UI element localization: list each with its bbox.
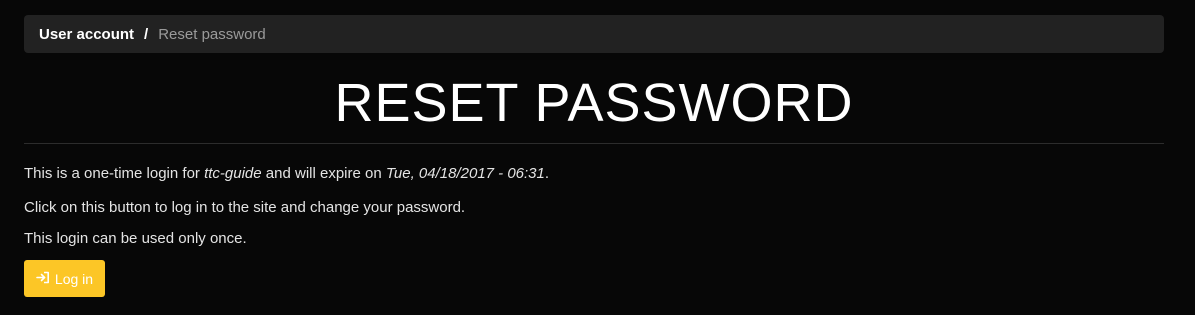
expiry-message-suffix: . bbox=[544, 165, 550, 182]
breadcrumb-current: Reset password bbox=[158, 25, 266, 43]
expiry-message: This is a one-time login for ttc-guide a… bbox=[24, 165, 549, 182]
login-button[interactable]: Log in bbox=[24, 260, 105, 297]
sign-in-icon bbox=[36, 271, 55, 287]
title-divider bbox=[24, 143, 1164, 144]
page-title: RESET PASSWORD bbox=[334, 73, 854, 133]
login-button-label: Log in bbox=[54, 270, 94, 287]
expiry-message-middle: and will expire on bbox=[261, 165, 386, 182]
breadcrumb-user-account-link[interactable]: User account bbox=[39, 26, 134, 43]
breadcrumb: User account / Reset password bbox=[24, 15, 1164, 53]
expiry-date: Tue, 04/18/2017 - 06:31 bbox=[385, 165, 545, 182]
expiry-message-prefix: This is a one-time login for bbox=[24, 165, 205, 182]
instruction-message: Click on this button to log in to the si… bbox=[24, 199, 466, 216]
username: ttc-guide bbox=[204, 165, 262, 182]
breadcrumb-separator: / bbox=[144, 25, 149, 43]
one-time-notice: This login can be used only once. bbox=[24, 230, 247, 247]
